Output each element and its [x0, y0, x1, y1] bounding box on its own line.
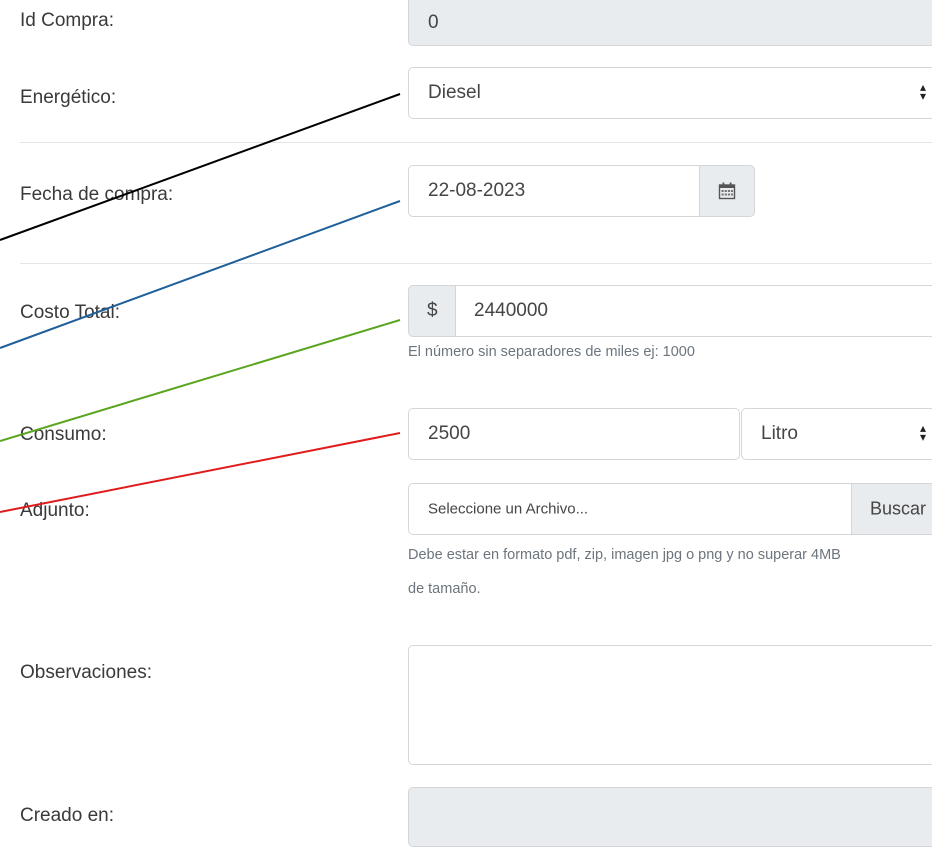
energetico-value: Diesel: [428, 82, 481, 103]
id-compra-field: 0: [408, 0, 932, 46]
fecha-input[interactable]: 22-08-2023: [408, 165, 700, 217]
adjunto-help-line2: de tamaño.: [408, 581, 481, 597]
divider: [20, 263, 932, 264]
costo-help-text: El número sin separadores de miles ej: 1…: [408, 344, 695, 360]
calendar-icon: [718, 182, 736, 200]
observaciones-label: Observaciones:: [20, 662, 153, 683]
select-arrows-icon: ▴ ▾: [920, 80, 927, 103]
currency-symbol: $: [427, 300, 438, 321]
id-compra-value: 0: [428, 11, 439, 33]
browse-button-label: Buscar: [870, 498, 927, 519]
costo-value: 2440000: [474, 300, 548, 321]
unit-value: Litro: [761, 423, 798, 444]
energetico-select[interactable]: Diesel ▴ ▾: [408, 67, 932, 119]
id-compra-label: Id Compra:: [20, 10, 114, 31]
unit-select[interactable]: Litro ▴ ▾: [741, 408, 932, 460]
consumo-value: 2500: [428, 423, 471, 444]
consumo-label: Consumo:: [20, 424, 107, 445]
energetico-label: Energético:: [20, 87, 117, 108]
annotation-line-costo: [0, 319, 401, 442]
divider: [20, 142, 932, 143]
currency-prefix: $: [408, 285, 456, 337]
fecha-value: 22-08-2023: [428, 180, 526, 201]
calendar-button[interactable]: [699, 165, 755, 217]
fecha-label: Fecha de compra:: [20, 184, 174, 205]
annotation-line-fecha: [0, 200, 401, 349]
costo-label: Costo Total:: [20, 302, 120, 323]
creado-en-field: [408, 787, 932, 847]
costo-input[interactable]: 2440000: [455, 285, 932, 337]
adjunto-help-line1: Debe estar en formato pdf, zip, imagen j…: [408, 547, 841, 563]
creado-en-label: Creado en:: [20, 805, 115, 826]
adjunto-label: Adjunto:: [20, 500, 90, 521]
select-arrows-icon: ▴ ▾: [920, 421, 927, 444]
file-input[interactable]: Seleccione un Archivo...: [408, 483, 852, 535]
browse-button[interactable]: Buscar: [851, 483, 932, 535]
file-placeholder: Seleccione un Archivo...: [428, 500, 589, 518]
annotation-line-energetico: [0, 93, 401, 241]
observaciones-textarea[interactable]: [408, 645, 932, 765]
consumo-input[interactable]: 2500: [408, 408, 740, 460]
